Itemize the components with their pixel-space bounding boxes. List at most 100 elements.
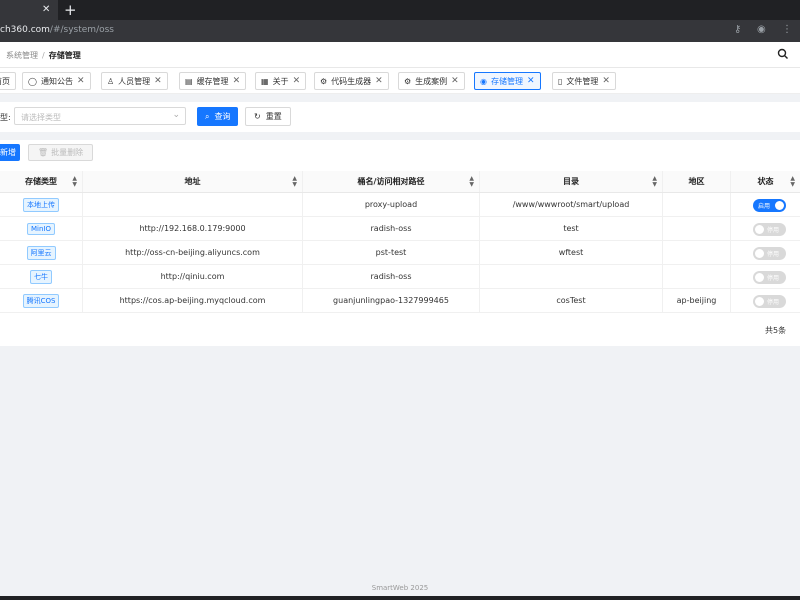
table-row: 阿里云 http://oss-cn-beijing.aliyuncs.com p…: [0, 241, 800, 265]
browser-tab-strip: ✕ +: [0, 0, 800, 20]
table-row: 腾讯COS https://cos.ap-beijing.myqcloud.co…: [0, 289, 800, 313]
tab-codegen[interactable]: ⚙ 代码生成器 ✕: [314, 72, 389, 90]
reset-label: 重置: [265, 112, 282, 121]
trash-icon: 🗑: [37, 148, 49, 157]
address-cell: http://qiniu.com: [83, 265, 303, 288]
type-tag: 腾讯COS: [22, 293, 60, 308]
switch-label: 停用: [767, 251, 780, 258]
status-switch[interactable]: 停用: [753, 271, 786, 284]
main-card: 新增 🗑 批量删除 存储类型 ▲ ▼ 地址 ▲ ▼ 桶名/访问相对路径 ▲ ▼ 目录 ▲ ▼ 地区…: [0, 140, 800, 346]
bucket-cell: radish-oss: [303, 265, 480, 288]
tab-label: 代码生成器: [331, 76, 372, 86]
close-icon[interactable]: ✕: [233, 76, 241, 86]
bucket-cell: radish-oss: [303, 217, 480, 240]
bucket-cell: pst-test: [303, 241, 480, 264]
column-header[interactable]: 状态 ▲ ▼: [731, 171, 800, 192]
column-header: 地区: [663, 171, 731, 192]
breadcrumb-parent[interactable]: 系统管理: [6, 51, 38, 60]
close-icon[interactable]: ✕: [77, 76, 85, 86]
tab-gen-example[interactable]: ⚙ 生成案例 ✕: [398, 72, 465, 90]
type-select[interactable]: 请选择类型 ⌄: [14, 107, 186, 125]
close-icon[interactable]: ✕: [527, 76, 535, 86]
page-tabs: 首页 ◯通知公告✕ ♙人员管理✕ ▤缓存管理✕ ▦关于✕ ⚙代码生成器✕ ⚙生成…: [0, 68, 800, 94]
gear-icon: ⚙: [404, 76, 412, 86]
extension-icon[interactable]: ◉: [757, 23, 766, 37]
add-button[interactable]: 新增: [0, 144, 20, 161]
status-switch[interactable]: 停用: [753, 247, 786, 260]
chevron-down-icon: ⌄: [172, 110, 180, 120]
page: 系统管理/存储管理 首页 ◯通知公告✕ ♙人员管理✕ ▤缓存管理✕ ▦关于✕ ⚙…: [0, 42, 800, 597]
sort-icon[interactable]: ▲ ▼: [72, 176, 77, 188]
address-bar[interactable]: ch360.com/#/system/oss ⚷ ◉ ⋮: [0, 20, 800, 42]
tab-label: 文件管理: [566, 76, 599, 86]
tab-files[interactable]: ▯ 文件管理 ✕: [552, 72, 616, 90]
status-switch[interactable]: 停用: [753, 223, 786, 236]
directory-cell: wftest: [480, 241, 663, 264]
type-tag: 七牛: [30, 269, 52, 284]
header-label: 目录: [563, 177, 579, 186]
close-icon[interactable]: ✕: [375, 76, 383, 86]
tab-about[interactable]: ▦ 关于 ✕: [255, 72, 307, 90]
close-icon[interactable]: ✕: [451, 76, 459, 86]
switch-knob: [755, 273, 764, 282]
breadcrumb: 系统管理 / 存储管理: [6, 50, 81, 61]
close-icon[interactable]: ✕: [293, 76, 301, 86]
switch-label: 停用: [767, 299, 780, 306]
message-icon: ◯: [28, 76, 37, 86]
grid-icon: ▦: [261, 76, 269, 86]
header-label: 地区: [688, 177, 705, 186]
column-header[interactable]: 目录 ▲ ▼: [480, 171, 663, 192]
tab-notice[interactable]: ◯ 通知公告 ✕: [22, 72, 91, 90]
gear-icon: ⚙: [320, 76, 328, 86]
type-tag: MinIO: [27, 222, 55, 235]
close-icon[interactable]: ✕: [602, 76, 610, 86]
switch-knob: [755, 249, 764, 258]
bucket-cell: guanjunlingpao-1327999465: [303, 289, 480, 312]
breadcrumb-separator: /: [42, 51, 45, 60]
column-header[interactable]: 桶名/访问相对路径 ▲ ▼: [303, 171, 480, 192]
plus-icon[interactable]: +: [64, 1, 77, 19]
sort-icon[interactable]: ▲ ▼: [790, 176, 795, 188]
file-icon: ▯: [558, 76, 563, 86]
region-cell: [663, 193, 731, 216]
reset-button[interactable]: ↻ 重置: [245, 107, 291, 126]
tab-cache[interactable]: ▤ 缓存管理 ✕: [179, 72, 247, 90]
tab-personnel[interactable]: ♙ 人员管理 ✕: [101, 72, 168, 90]
more-icon[interactable]: ⋮: [782, 23, 792, 37]
sort-icon[interactable]: ▲ ▼: [469, 176, 474, 188]
close-icon[interactable]: ✕: [154, 76, 162, 86]
url-text[interactable]: ch360.com/#/system/oss: [0, 25, 114, 35]
tab-label: 人员管理: [118, 76, 151, 86]
batch-delete-button[interactable]: 🗑 批量删除: [28, 144, 93, 161]
tab-home[interactable]: 首页: [0, 72, 16, 90]
browser-tab[interactable]: ✕: [0, 0, 58, 20]
tab-storage[interactable]: ◉ 存储管理 ✕: [474, 72, 541, 90]
status-switch[interactable]: 启用: [753, 199, 786, 212]
tab-label: 通知公告: [40, 76, 73, 86]
footer: SmartWeb 2025: [371, 584, 429, 592]
switch-knob: [755, 297, 764, 306]
column-header[interactable]: 地址 ▲ ▼: [83, 171, 303, 192]
region-cell: [663, 241, 731, 264]
address-cell: http://192.168.0.179:9000: [83, 217, 303, 240]
key-icon[interactable]: ⚷: [734, 23, 741, 37]
search-icon[interactable]: [776, 47, 790, 61]
directory-cell: test: [480, 217, 663, 240]
region-cell: [663, 217, 731, 240]
bucket-cell: proxy-upload: [303, 193, 480, 216]
type-cell: 腾讯COS: [0, 289, 83, 312]
sort-icon[interactable]: ▲ ▼: [652, 176, 657, 188]
user-icon: ♙: [107, 76, 115, 86]
pagination-total: 共5条: [765, 326, 787, 335]
close-icon[interactable]: ✕: [42, 3, 50, 17]
select-placeholder: 请选择类型: [21, 113, 61, 122]
column-header[interactable]: 存储类型 ▲ ▼: [0, 171, 83, 192]
header-label: 桶名/访问相对路径: [357, 177, 425, 186]
sort-icon[interactable]: ▲ ▼: [292, 176, 297, 188]
reload-icon: ↻: [254, 112, 261, 121]
type-cell: 本地上传: [0, 193, 83, 216]
status-switch[interactable]: 停用: [753, 295, 786, 308]
query-button[interactable]: ⌕ 查询: [197, 107, 239, 126]
tab-label: 生成案例: [415, 76, 448, 86]
breadcrumb-current: 存储管理: [48, 51, 81, 60]
